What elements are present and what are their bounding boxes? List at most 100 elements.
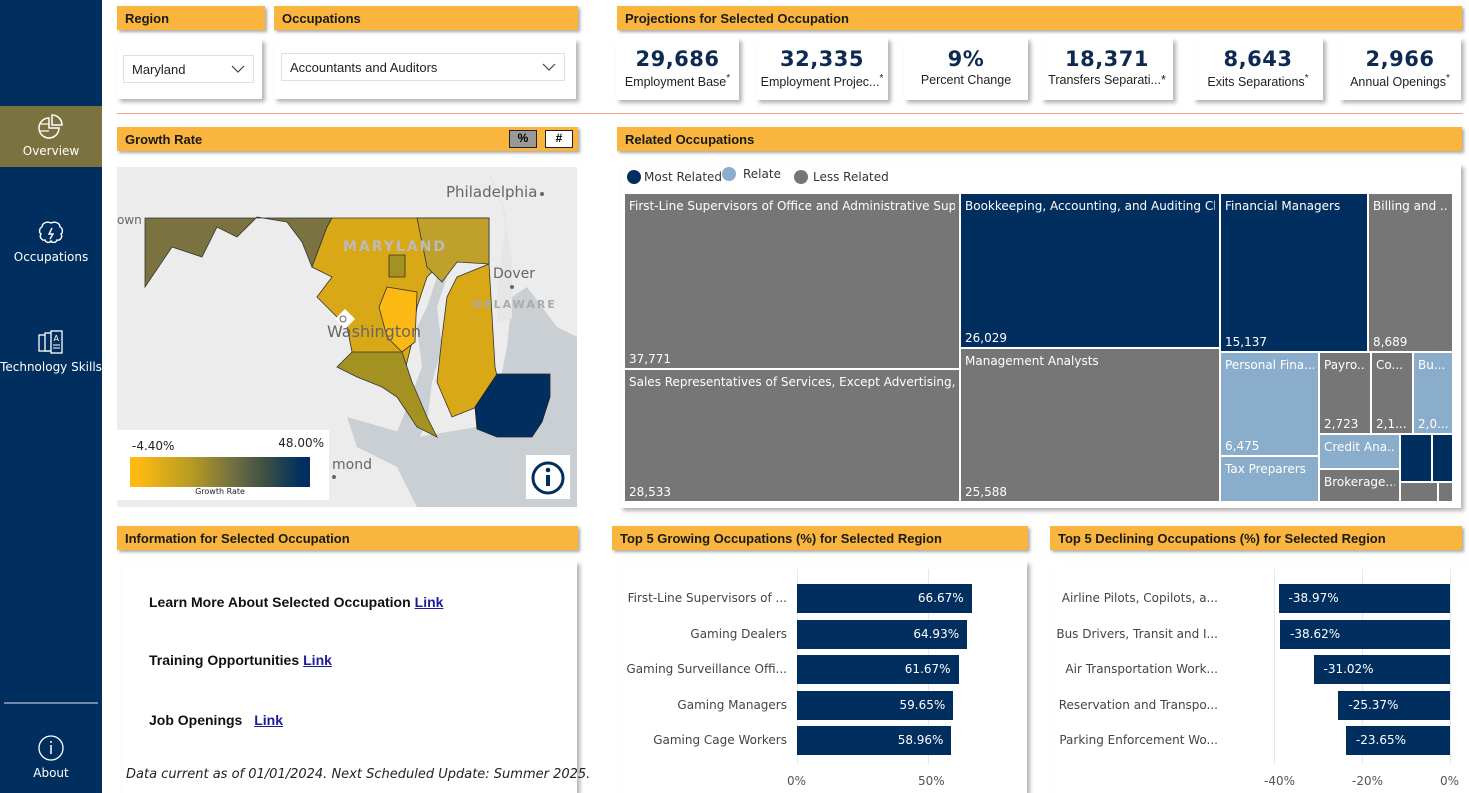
- bar[interactable]: 61.67%: [797, 655, 959, 684]
- growing-chart-header: Top 5 Growing Occupations (%) for Select…: [612, 526, 1028, 550]
- treemap-tile[interactable]: Bookkeeping, Accounting, and Auditing Cl…: [960, 193, 1220, 348]
- treemap-tile[interactable]: Bu... 2,0...: [1413, 352, 1453, 434]
- treemap-tile[interactable]: Brokerage...: [1319, 469, 1400, 502]
- map-label-richmond: mond: [332, 457, 372, 473]
- bar[interactable]: -23.65%: [1345, 726, 1450, 755]
- x-tick-label: 0%: [1440, 774, 1460, 788]
- treemap-tile[interactable]: Co... 2,1...: [1371, 352, 1413, 434]
- bar-data-label: -38.62%: [1290, 626, 1341, 641]
- bar[interactable]: 66.67%: [797, 584, 972, 613]
- bar-category-label: Bus Drivers, Transit and I...: [1056, 626, 1218, 641]
- map-label-delaware: DELAWARE: [473, 298, 557, 311]
- info-row-label: Job Openings: [149, 712, 247, 728]
- job-openings-link[interactable]: Link: [254, 712, 283, 728]
- chevron-down-icon: [231, 65, 245, 73]
- bar[interactable]: -25.37%: [1338, 690, 1450, 720]
- tile-name: Financial Managers: [1225, 199, 1341, 213]
- tile-value: 37,771: [629, 352, 671, 366]
- x-tick-label: -20%: [1352, 774, 1384, 788]
- bar[interactable]: 59.65%: [797, 690, 954, 720]
- pie-chart-icon: [38, 114, 63, 139]
- treemap-tile[interactable]: Tax Preparers: [1220, 456, 1319, 502]
- bar-category-label: Gaming Surveillance Offi...: [626, 662, 787, 676]
- legend-max: 48.00%: [278, 436, 324, 450]
- tile-name: First-Line Supervisors of Office and Adm…: [629, 199, 955, 213]
- kpi-percent-change: 9% Percent Change: [904, 38, 1028, 100]
- treemap-tile[interactable]: Billing and ... 8,689: [1368, 193, 1453, 352]
- x-tick-label: 50%: [918, 774, 945, 788]
- kpi-value: 32,335: [779, 47, 865, 71]
- treemap-tile[interactable]: Personal Fina... 6,475: [1220, 352, 1319, 456]
- occupations-header: Occupations: [274, 6, 578, 30]
- bar[interactable]: 58.96%: [797, 726, 952, 755]
- map-label-town: own: [117, 213, 142, 227]
- chevron-down-icon: [542, 63, 556, 71]
- bar-data-label: -25.37%: [1348, 697, 1399, 712]
- treemap-tile[interactable]: Payro... 2,723: [1319, 352, 1371, 434]
- region-selected-value: Maryland: [132, 61, 186, 77]
- treemap-tile[interactable]: First-Line Supervisors of Office and Adm…: [624, 193, 960, 369]
- kpi-label: Employment Base: [624, 75, 727, 90]
- sidebar: Overview Occupations A Technology Skills…: [0, 0, 102, 793]
- map-label-dover: Dover: [493, 266, 535, 282]
- x-tick-label: -40%: [1264, 774, 1296, 788]
- region-card: Maryland: [117, 39, 262, 99]
- county-western: [144, 216, 333, 289]
- bar-data-label: -23.65%: [1355, 733, 1407, 747]
- learn-more-link[interactable]: Link: [415, 594, 444, 610]
- kpi-annual-openings: 2,966 Annual Openings*: [1339, 38, 1461, 100]
- declining-chart: -40% -20% 0% Airline Pilots, Copilots, a...…: [1055, 561, 1469, 793]
- legend-dot: [627, 170, 641, 184]
- treemap-tile[interactable]: [1438, 482, 1453, 502]
- treemap-tile[interactable]: [1400, 434, 1432, 482]
- kpi-employment-projection: 32,335 Employment Projec...*: [756, 38, 888, 100]
- sidebar-item-about[interactable]: About: [0, 734, 102, 780]
- legend-label: Relate: [743, 167, 781, 181]
- tile-name: Personal Fina...: [1225, 358, 1314, 372]
- tile-value: 2,723: [1324, 417, 1359, 431]
- treemap-tile[interactable]: Financial Managers 15,137: [1220, 193, 1368, 352]
- bar[interactable]: -31.02%: [1313, 655, 1450, 684]
- info-row-job-openings: Job Openings Link: [149, 712, 283, 728]
- documents-icon: A: [38, 330, 63, 354]
- related-occupations-header: Related Occupations: [617, 127, 1462, 151]
- sidebar-item-technology-skills[interactable]: A Technology Skills: [0, 330, 102, 374]
- tile-name: Tax Preparers: [1225, 462, 1306, 476]
- tile-value: 25,588: [965, 485, 1007, 499]
- tile-name: Sales Representatives of Services, Excep…: [629, 375, 955, 389]
- treemap-tile[interactable]: [1400, 482, 1438, 502]
- sidebar-item-overview[interactable]: Overview: [0, 106, 102, 167]
- growing-chart: 0% 50% First-Line Supervisors of ... 66.67%…: [617, 561, 1027, 793]
- sidebar-item-occupations[interactable]: Occupations: [0, 220, 102, 264]
- tile-value: 15,137: [1225, 335, 1267, 349]
- map-info-button[interactable]: [526, 455, 570, 499]
- gridline: [1450, 569, 1451, 764]
- toggle-number-button[interactable]: #: [545, 130, 573, 148]
- bar-category-label: Air Transportation Work...: [1065, 662, 1218, 676]
- occupation-dropdown[interactable]: Accountants and Auditors: [281, 53, 565, 81]
- sidebar-item-label: Occupations: [13, 250, 89, 264]
- treemap-tile[interactable]: Management Analysts 25,588: [960, 348, 1220, 502]
- bar[interactable]: -38.62%: [1280, 619, 1450, 649]
- bar-category-label: Airline Pilots, Copilots, a...: [1061, 591, 1218, 605]
- occupations-card: Accountants and Auditors: [274, 39, 576, 99]
- treemap-tile[interactable]: Credit Ana...: [1319, 434, 1400, 469]
- legend-min: -4.40%: [132, 439, 175, 453]
- sidebar-item-label: About: [33, 766, 69, 780]
- training-link[interactable]: Link: [303, 652, 332, 668]
- tile-value: 2,0...: [1418, 417, 1449, 431]
- bar[interactable]: 64.93%: [797, 619, 968, 649]
- region-header: Region: [117, 6, 265, 30]
- legend-title: Growth Rate: [195, 487, 245, 496]
- treemap-tile[interactable]: Sales Representatives of Services, Excep…: [624, 369, 960, 502]
- toggle-percent-button[interactable]: %: [509, 130, 537, 148]
- bar-category-label: Gaming Managers: [677, 697, 787, 712]
- region-dropdown[interactable]: Maryland: [123, 55, 254, 83]
- treemap-tile[interactable]: [1432, 434, 1453, 482]
- legend-gradient: [130, 457, 310, 487]
- bar-data-label: 58.96%: [897, 733, 944, 747]
- kpi-value: 29,686: [635, 47, 720, 71]
- sidebar-item-label: Overview: [22, 144, 80, 158]
- tile-value: 2,1...: [1376, 417, 1407, 431]
- bar[interactable]: -38.97%: [1278, 584, 1450, 613]
